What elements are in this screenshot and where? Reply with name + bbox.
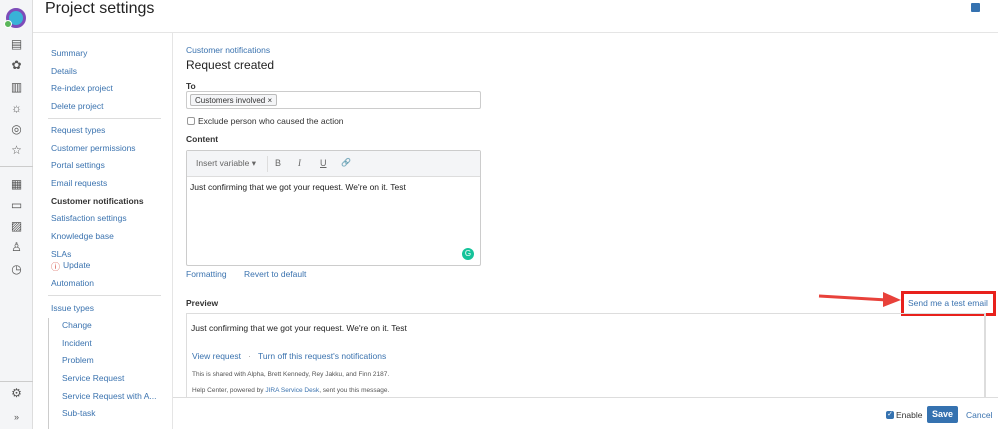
nav-summary[interactable]: Summary (51, 48, 87, 58)
board-icon[interactable]: ▦ (9, 177, 24, 192)
italic-button[interactable]: I (298, 158, 301, 168)
preview-text: Just confirming that we got your request… (191, 323, 407, 333)
divider (985, 313, 986, 397)
nav-delete-project[interactable]: Delete project (51, 101, 103, 111)
divider (48, 295, 161, 296)
project-settings-nav: Summary Details Re-index project Delete … (33, 33, 173, 429)
breadcrumb[interactable]: Customer notifications (186, 45, 270, 55)
gear-icon[interactable]: ⚙ (9, 386, 24, 401)
insert-variable-dropdown[interactable]: Insert variable ▾ (196, 158, 256, 169)
enable-checkbox[interactable]: ✓ (886, 411, 894, 419)
star-icon[interactable]: ☆ (9, 143, 24, 158)
divider (267, 156, 268, 172)
underline-button[interactable]: U (320, 158, 327, 168)
help-center-text: Help Center, powered by JIRA Service Des… (192, 387, 389, 394)
page-title: Project settings (45, 0, 155, 17)
grammarly-icon[interactable]: G (462, 248, 474, 260)
nav-details[interactable]: Details (51, 66, 77, 76)
status-badge (4, 20, 12, 28)
nav-reindex-project[interactable]: Re-index project (51, 83, 113, 93)
save-button[interactable]: Save (927, 406, 958, 423)
exclude-person-label: Exclude person who caused the action (198, 116, 344, 126)
help-suffix: , sent you this message. (319, 387, 390, 394)
shared-with-text: This is shared with Alpha, Brett Kennedy… (192, 371, 390, 378)
to-recipients-input[interactable]: Customers involved × (186, 91, 481, 109)
recipient-chip: Customers involved × (190, 94, 278, 106)
link-icon[interactable]: 🔗 (341, 158, 351, 167)
chip-label: Customers involved (195, 96, 266, 105)
pages-icon[interactable]: ▭ (9, 198, 24, 213)
preview-label: Preview (186, 298, 219, 308)
reports-icon[interactable]: ▥ (9, 80, 24, 95)
formatting-link[interactable]: Formatting (186, 269, 227, 279)
releases-icon[interactable]: ◎ (9, 122, 24, 137)
nav-issue-type-change[interactable]: Change (62, 320, 92, 330)
nav-knowledge-base[interactable]: Knowledge base (51, 231, 114, 241)
content-editor[interactable]: Insert variable ▾ B I U 🔗 Just confirmin… (186, 150, 481, 266)
editor-toolbar: Insert variable ▾ B I U 🔗 (187, 151, 480, 177)
queues-icon[interactable]: ▤ (9, 37, 24, 52)
nav-request-types[interactable]: Request types (51, 125, 105, 135)
nav-issue-type-service-request-approvals[interactable]: Service Request with A... (62, 391, 157, 401)
separator: · (248, 351, 251, 361)
tree-line (48, 318, 49, 429)
nav-issue-type-incident[interactable]: Incident (62, 338, 92, 348)
annotation-arrow (818, 292, 901, 307)
help-prefix: Help Center, powered by (192, 387, 266, 394)
enable-label: Enable (896, 410, 923, 420)
content-label: Content (186, 134, 219, 144)
jira-service-desk-link[interactable]: JIRA Service Desk (265, 387, 319, 394)
expand-icon[interactable]: » (9, 410, 24, 425)
nav-issue-type-problem[interactable]: Problem (62, 355, 94, 365)
customers-icon[interactable]: ✿ (9, 58, 24, 73)
nav-issue-type-subtask[interactable]: Sub-task (62, 408, 96, 418)
bold-button[interactable]: B (275, 158, 281, 168)
footer-bar: ✓ Enable Save Cancel (173, 397, 998, 429)
divider (0, 166, 33, 167)
divider (0, 381, 33, 382)
nav-automation[interactable]: Automation (51, 278, 94, 288)
revert-to-default-link[interactable]: Revert to default (244, 269, 306, 279)
section-heading: Request created (186, 58, 275, 72)
content-text[interactable]: Just confirming that we got your request… (190, 182, 406, 192)
compass-icon[interactable]: ◷ (9, 262, 24, 277)
add-user-icon[interactable]: ♙ (9, 240, 24, 255)
settings-list-icon[interactable]: ☼ (9, 101, 24, 116)
presentation-icon[interactable]: ▨ (9, 219, 24, 234)
nav-issue-types[interactable]: Issue types (51, 303, 94, 313)
divider (48, 118, 161, 119)
view-request-link[interactable]: View request (192, 351, 241, 361)
warning-icon: ⓘ (51, 262, 61, 272)
exclude-person-checkbox[interactable] (187, 117, 195, 125)
remove-chip-icon[interactable]: × (267, 96, 272, 105)
cancel-button[interactable]: Cancel (966, 410, 992, 420)
divider (33, 32, 998, 33)
email-preview: Just confirming that we got your request… (186, 313, 985, 403)
app-sidebar-rail: ▤ ✿ ▥ ☼ ◎ ☆ ▦ ▭ ▨ ♙ ◷ ⚙ » (0, 0, 33, 429)
to-label: To (186, 81, 196, 91)
nav-email-requests[interactable]: Email requests (51, 178, 107, 188)
nav-issue-type-service-request[interactable]: Service Request (62, 373, 124, 383)
nav-satisfaction-settings[interactable]: Satisfaction settings (51, 213, 127, 223)
nav-portal-settings[interactable]: Portal settings (51, 160, 105, 170)
turn-off-notifications-link[interactable]: Turn off this request's notifications (258, 351, 386, 361)
nav-customer-permissions[interactable]: Customer permissions (51, 143, 136, 153)
nav-slas[interactable]: SLAs (51, 249, 71, 259)
feedback-icon[interactable] (971, 3, 980, 12)
nav-sla-update[interactable]: Update (63, 260, 90, 270)
nav-customer-notifications[interactable]: Customer notifications (51, 196, 144, 206)
